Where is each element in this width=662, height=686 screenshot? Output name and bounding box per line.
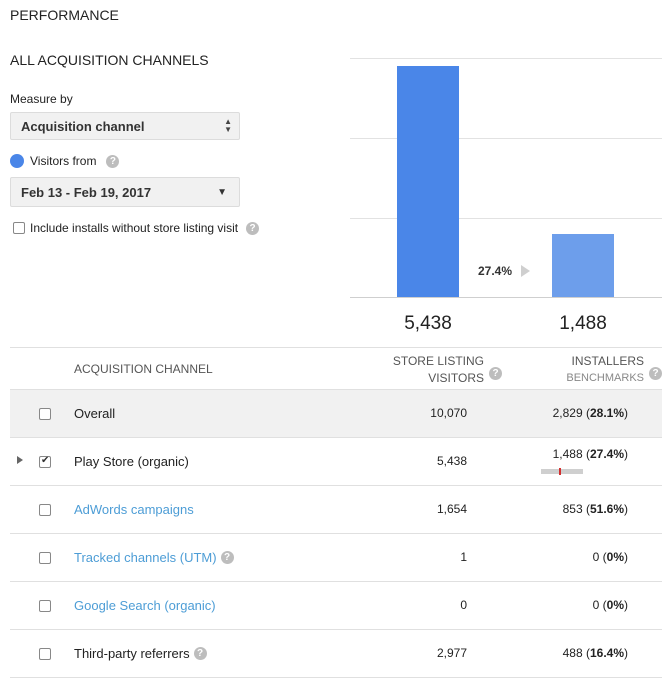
table-row-play-store[interactable]: Play Store (organic) 5,438 1,488 (27.4%)	[10, 438, 662, 486]
channel-name: Third-party referrers?	[74, 646, 207, 661]
help-icon[interactable]: ?	[106, 154, 120, 168]
table-row-overall[interactable]: Overall 10,070 2,829 (28.1%)	[10, 390, 662, 438]
installers-value: 2,829 (28.1%)	[552, 406, 628, 420]
row-checkbox[interactable]	[39, 455, 51, 468]
include-installs-checkbox[interactable]	[13, 222, 25, 234]
date-range-select[interactable]: Feb 13 - Feb 19, 2017 ▼	[10, 177, 240, 207]
header-benchmarks: BENCHMARKS	[566, 372, 644, 384]
row-checkbox[interactable]	[39, 504, 51, 516]
visitors-value: 1,654	[436, 502, 467, 516]
select-arrows-icon: ▲ ▼	[224, 117, 232, 134]
row-checkbox[interactable]	[39, 600, 51, 612]
channel-link[interactable]: Tracked channels (UTM)?	[74, 550, 234, 565]
row-checkbox[interactable]	[39, 552, 51, 564]
bar-installers[interactable]	[552, 234, 614, 297]
date-range-value: Feb 13 - Feb 19, 2017	[21, 185, 152, 200]
help-icon[interactable]: ?	[649, 367, 662, 380]
row-checkbox[interactable]	[39, 648, 51, 660]
installers-value: 488 (16.4%)	[562, 646, 628, 660]
installers-value: 0 (0%)	[592, 598, 628, 612]
installers-value: 853 (51.6%)	[562, 502, 628, 516]
channel-link[interactable]: AdWords campaigns	[74, 502, 194, 517]
help-icon[interactable]: ?	[220, 551, 234, 565]
conversion-arrow-icon	[521, 265, 530, 277]
acquisition-table: ACQUISITION CHANNEL STORE LISTING VISITO…	[10, 347, 662, 678]
installers-value: 0 (0%)	[592, 550, 628, 564]
grid-line	[350, 58, 662, 59]
visitors-value: 0	[460, 598, 467, 612]
visitors-total-label: 5,438	[404, 313, 452, 334]
include-installs-label[interactable]: Include installs without store listing v…	[30, 221, 238, 235]
expand-row-icon[interactable]	[17, 456, 23, 464]
include-installs-row: Include installs without store listing v…	[13, 221, 260, 235]
visitors-value: 10,070	[430, 406, 467, 420]
help-icon[interactable]: ?	[489, 367, 502, 380]
benchmark-marker	[559, 468, 561, 475]
header-acquisition-channel[interactable]: ACQUISITION CHANNEL	[74, 362, 213, 376]
header-store-listing-visitors[interactable]: STORE LISTING VISITORS ?	[392, 353, 502, 387]
x-axis-line	[350, 297, 662, 298]
page-title: PERFORMANCE	[10, 7, 119, 23]
visitors-from-row: Visitors from ?	[10, 152, 120, 170]
installers-total-label: 1,488	[559, 313, 607, 334]
benchmark-bar[interactable]	[541, 468, 583, 475]
bar-store-listing-visitors[interactable]	[397, 66, 459, 297]
channel-link[interactable]: Google Search (organic)	[74, 598, 216, 613]
series-color-dot	[10, 154, 24, 168]
channel-name: Play Store (organic)	[74, 454, 189, 469]
row-checkbox[interactable]	[39, 408, 51, 420]
visitors-value: 5,438	[436, 454, 467, 468]
visitors-value: 2,977	[436, 646, 467, 660]
table-row-adwords[interactable]: AdWords campaigns 1,654 853 (51.6%)	[10, 486, 662, 534]
acquisition-bar-chart	[350, 58, 662, 298]
help-icon[interactable]: ?	[246, 221, 260, 235]
header-visitors-line1: STORE LISTING	[392, 354, 484, 368]
channel-name: Overall	[74, 406, 116, 421]
help-icon[interactable]: ?	[193, 647, 207, 661]
visitors-value: 1	[460, 550, 467, 564]
section-title: ALL ACQUISITION CHANNELS	[10, 52, 209, 68]
table-row-tracked-channels[interactable]: Tracked channels (UTM)? 1 0 (0%)	[10, 534, 662, 582]
dropdown-caret-icon: ▼	[217, 187, 227, 198]
table-row-third-party[interactable]: Third-party referrers? 2,977 488 (16.4%)	[10, 630, 662, 678]
measure-by-label: Measure by	[10, 92, 73, 106]
installers-value: 1,488 (27.4%)	[552, 447, 628, 461]
table-header: ACQUISITION CHANNEL STORE LISTING VISITO…	[10, 347, 662, 390]
measure-by-select[interactable]: Acquisition channel ▲ ▼	[10, 112, 240, 140]
table-row-google-search[interactable]: Google Search (organic) 0 0 (0%)	[10, 582, 662, 630]
header-installers-line1: INSTALLERS	[571, 354, 644, 368]
conversion-rate-label: 27.4%	[478, 264, 513, 278]
measure-by-value: Acquisition channel	[21, 119, 145, 134]
visitors-from-label: Visitors from	[30, 154, 97, 168]
header-installers[interactable]: INSTALLERS BENCHMARKS ?	[566, 353, 662, 387]
header-visitors-line2: VISITORS	[428, 371, 484, 385]
